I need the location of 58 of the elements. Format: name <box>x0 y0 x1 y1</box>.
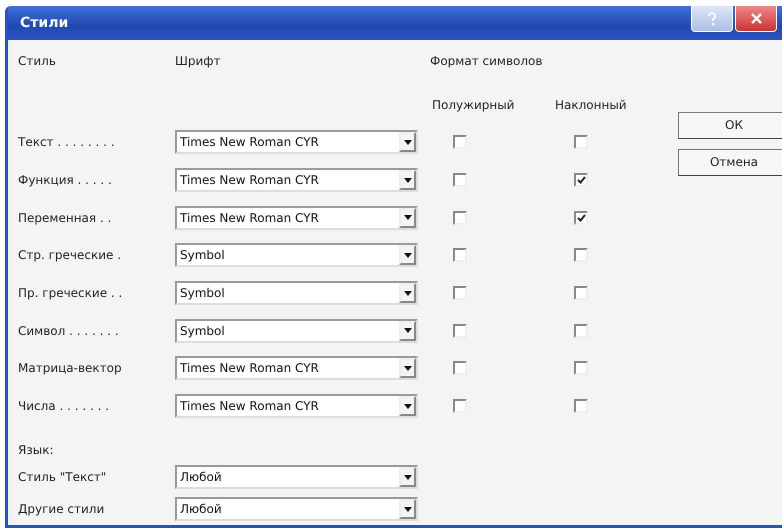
style-label: Переменная . . <box>18 210 112 225</box>
checkbox[interactable] <box>574 286 588 300</box>
font-dropdown[interactable]: Times New Roman CYR <box>175 356 418 380</box>
font-dropdown[interactable]: Times New Roman CYR <box>175 168 418 192</box>
font-dropdown[interactable]: Любой <box>175 497 418 521</box>
dropdown-arrow-icon <box>404 215 412 220</box>
dropdown-arrow-icon <box>404 140 412 145</box>
font-dropdown[interactable]: Times New Roman CYR <box>175 130 418 154</box>
checkbox[interactable] <box>574 135 588 150</box>
checkbox[interactable] <box>453 399 467 414</box>
font-dropdown[interactable]: Любой <box>175 465 418 489</box>
checkbox[interactable] <box>453 135 467 150</box>
font-dropdown[interactable]: Symbol <box>175 281 418 306</box>
font-dropdown[interactable]: Symbol <box>175 243 418 268</box>
style-label: Текст . . . . . . . . <box>18 135 116 150</box>
checkbox[interactable] <box>574 399 588 414</box>
checkbox[interactable] <box>574 173 588 188</box>
checkbox[interactable] <box>574 361 588 376</box>
dropdown-arrow-icon <box>404 290 412 296</box>
cancel-button[interactable]: Отмена <box>678 148 782 176</box>
checkbox[interactable] <box>453 173 467 188</box>
checkbox[interactable] <box>574 324 588 338</box>
window-title: Стили <box>20 14 68 31</box>
column-header: Наклонный <box>555 98 628 114</box>
style-label: Символ . . . . . . . <box>18 324 120 338</box>
dropdown-arrow-icon <box>404 506 412 512</box>
font-dropdown[interactable]: Symbol <box>175 318 418 343</box>
font-dropdown[interactable]: Times New Roman CYR <box>175 394 418 418</box>
checkbox[interactable] <box>453 361 467 376</box>
style-label: Числа . . . . . . . <box>18 399 110 414</box>
dropdown-arrow-icon <box>404 474 412 480</box>
checkbox[interactable] <box>453 248 467 262</box>
column-header: Полужирный <box>432 98 516 114</box>
checkbox[interactable] <box>453 286 467 300</box>
checkbox[interactable] <box>574 248 588 262</box>
dropdown-arrow-icon <box>404 328 412 334</box>
style-label: Матрица-вектор <box>18 361 123 376</box>
dropdown-arrow-icon <box>404 178 412 183</box>
checkbox[interactable] <box>453 210 467 225</box>
close-button[interactable] <box>735 6 777 32</box>
dropdown-arrow-icon <box>404 404 412 409</box>
dropdown-arrow-icon <box>404 252 412 258</box>
style-label: Пр. греческие . . <box>18 286 124 300</box>
close-icon <box>750 13 762 24</box>
help-icon <box>707 12 717 26</box>
column-header: Формат символов <box>430 54 544 70</box>
column-header: Шрифт <box>175 54 222 70</box>
section-label: Язык: <box>18 443 54 457</box>
language-label: Стиль "Текст" <box>18 470 108 484</box>
style-label: Стр. греческие . <box>18 248 122 262</box>
column-header: Стиль <box>18 54 57 70</box>
ok-button[interactable]: ОК <box>678 112 782 138</box>
dropdown-arrow-icon <box>404 366 412 371</box>
style-label: Функция . . . . . <box>18 173 113 188</box>
language-label: Другие стили <box>18 502 106 516</box>
checkbox[interactable] <box>453 324 467 338</box>
font-dropdown[interactable]: Times New Roman CYR <box>175 206 418 230</box>
checkbox[interactable] <box>574 210 588 225</box>
